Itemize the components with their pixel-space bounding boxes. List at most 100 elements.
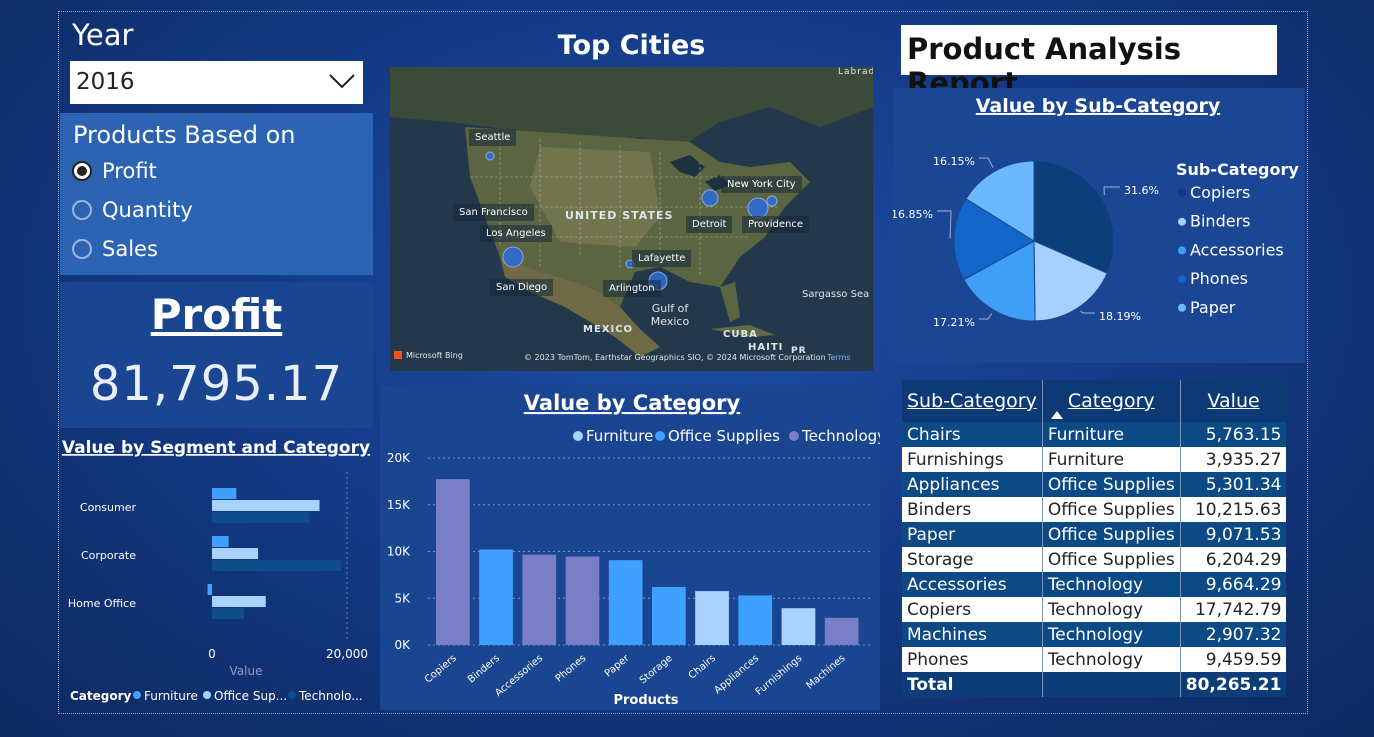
bar xyxy=(781,608,816,645)
year-slicer-label: Year xyxy=(72,18,134,52)
subcategory-table[interactable]: Sub-Category Category Value Chairs Furnit… xyxy=(902,380,1287,697)
category-cell: Office Supplies xyxy=(1041,497,1181,522)
slicer-title: Products Based on xyxy=(73,121,296,149)
city-label: Los Angeles xyxy=(480,225,552,242)
column-header-subcategory[interactable]: Sub-Category xyxy=(902,380,1043,422)
radio-option-profit[interactable]: Profit xyxy=(72,156,157,186)
map-terms-link[interactable]: Terms xyxy=(827,353,851,362)
y-tick-label: 10K xyxy=(387,545,411,559)
category-cell: Office Supplies xyxy=(1041,472,1181,497)
category-cell: Technology xyxy=(1041,572,1181,597)
sort-ascending-icon xyxy=(1050,411,1063,419)
pie-chart-svg: Value by Sub-Category 31.6% 18.19% 17.21% 16… xyxy=(891,95,1299,329)
column-header-category[interactable]: Category xyxy=(1041,380,1181,422)
table-row[interactable]: Furnishings Furniture 3,935.27 xyxy=(902,447,1287,472)
legend-marker xyxy=(1178,303,1186,312)
column-header-value[interactable]: Value xyxy=(1179,380,1287,422)
table-row[interactable]: Appliances Office Supplies 5,301.34 xyxy=(902,472,1287,497)
radio-selected-icon xyxy=(72,161,92,181)
legend-marker xyxy=(1178,246,1186,255)
category-cell: Office Supplies xyxy=(1041,547,1181,572)
bar xyxy=(212,512,310,523)
y-tick-label: 0K xyxy=(394,638,411,652)
legend-marker xyxy=(133,691,141,699)
category-bar-chart[interactable]: Value by Category Furniture Office Supplie… xyxy=(380,385,886,710)
year-dropdown[interactable]: 2016 xyxy=(70,61,363,104)
bar xyxy=(479,549,513,645)
subcategory-cell: Phones xyxy=(902,647,1043,672)
value-cell: 9,459.59 xyxy=(1179,647,1287,672)
table-row[interactable]: Storage Office Supplies 6,204.29 xyxy=(902,547,1287,572)
radio-option-label: Profit xyxy=(102,159,157,183)
bar xyxy=(207,584,212,595)
segment-category-chart[interactable]: Value by Segment and Category Consumer Cor… xyxy=(60,432,373,710)
subcategory-cell: Binders xyxy=(902,497,1043,522)
radio-option-quantity[interactable]: Quantity xyxy=(72,195,193,225)
legend-marker xyxy=(1178,275,1186,284)
city-label: Seattle xyxy=(469,129,517,146)
table-row[interactable]: Machines Technology 2,907.32 xyxy=(902,622,1287,647)
category-chart-svg: Value by Category Furniture Office Supplie… xyxy=(387,391,886,708)
table-total-row: Total 80,265.21 xyxy=(902,672,1287,697)
map-country-label: MEXICO xyxy=(583,324,634,335)
table-row[interactable]: Phones Technology 9,459.59 xyxy=(902,647,1287,672)
subcategory-cell: Machines xyxy=(902,622,1043,647)
data-label: 16.85% xyxy=(893,208,933,221)
bar xyxy=(565,556,600,645)
data-label: 16.15% xyxy=(933,155,975,168)
chart-title: Value by Sub-Category xyxy=(976,95,1221,117)
profit-kpi-card[interactable]: Profit 81,795.17 xyxy=(60,282,373,428)
y-tick-label: 20K xyxy=(387,451,411,465)
products-based-on-slicer: Products Based on Profit Quantity Sales xyxy=(60,113,373,275)
map-country-label: CUBA xyxy=(723,329,758,340)
kpi-value: 81,795.17 xyxy=(89,356,344,412)
column-header-label: Category xyxy=(1067,390,1155,412)
x-tick-label: Machines xyxy=(804,653,847,692)
radio-unselected-icon xyxy=(72,239,92,259)
value-cell: 3,935.27 xyxy=(1179,447,1287,472)
x-tick-label: Phones xyxy=(554,653,589,685)
subcategory-cell: Furnishings xyxy=(902,447,1043,472)
table-row[interactable]: Paper Office Supplies 9,071.53 xyxy=(902,522,1287,547)
city-label: Detroit xyxy=(686,216,733,233)
category-label: Home Office xyxy=(68,597,136,610)
table-row[interactable]: Binders Office Supplies 10,215.63 xyxy=(902,497,1287,522)
bar xyxy=(652,586,686,645)
category-label: Corporate xyxy=(81,549,136,562)
legend-label: Office Sup... xyxy=(214,689,287,703)
x-tick-label: Binders xyxy=(466,653,502,686)
value-cell: 9,071.53 xyxy=(1179,522,1287,547)
subcategory-cell: Storage xyxy=(902,547,1043,572)
value-cell: 5,301.34 xyxy=(1179,472,1287,497)
map-country-label: UNITED STATES xyxy=(565,209,674,222)
bar xyxy=(212,548,259,559)
legend-label: Phones xyxy=(1190,269,1248,288)
map-country-label: HAITI xyxy=(748,342,784,353)
x-tick-label: Paper xyxy=(603,652,632,679)
leader-line xyxy=(979,313,993,320)
bar xyxy=(738,595,773,645)
top-cities-map[interactable]: Seattle San Francisco Los Angeles San Di… xyxy=(390,67,873,371)
value-cell: 10,215.63 xyxy=(1179,497,1287,522)
y-tick-label: 5K xyxy=(394,591,411,605)
category-cell: Technology xyxy=(1041,647,1181,672)
city-label: San Francisco xyxy=(453,204,534,221)
subcategory-pie-chart[interactable]: Value by Sub-Category 31.6% 18.19% 17.21% 16… xyxy=(891,88,1305,363)
table-row[interactable]: Accessories Technology 9,664.29 xyxy=(902,572,1287,597)
legend-title: Category xyxy=(70,689,132,703)
chart-title: Value by Segment and Category xyxy=(62,438,370,458)
y-tick-label: 15K xyxy=(387,498,411,512)
radio-option-label: Sales xyxy=(102,237,158,261)
leader-line xyxy=(1080,310,1095,314)
value-cell: 17,742.79 xyxy=(1179,597,1287,622)
x-tick-label: 20,000 xyxy=(326,647,368,661)
table-row[interactable]: Copiers Technology 17,742.79 xyxy=(902,597,1287,622)
radio-option-sales[interactable]: Sales xyxy=(72,234,158,264)
chevron-down-icon xyxy=(329,74,355,89)
report-title-box: Product Analysis Report xyxy=(901,25,1277,100)
legend-marker xyxy=(1178,217,1186,226)
radio-unselected-icon xyxy=(72,200,92,220)
category-cell: Office Supplies xyxy=(1041,522,1181,547)
table-row[interactable]: Chairs Furniture 5,763.15 xyxy=(902,422,1287,447)
bar xyxy=(212,500,320,511)
